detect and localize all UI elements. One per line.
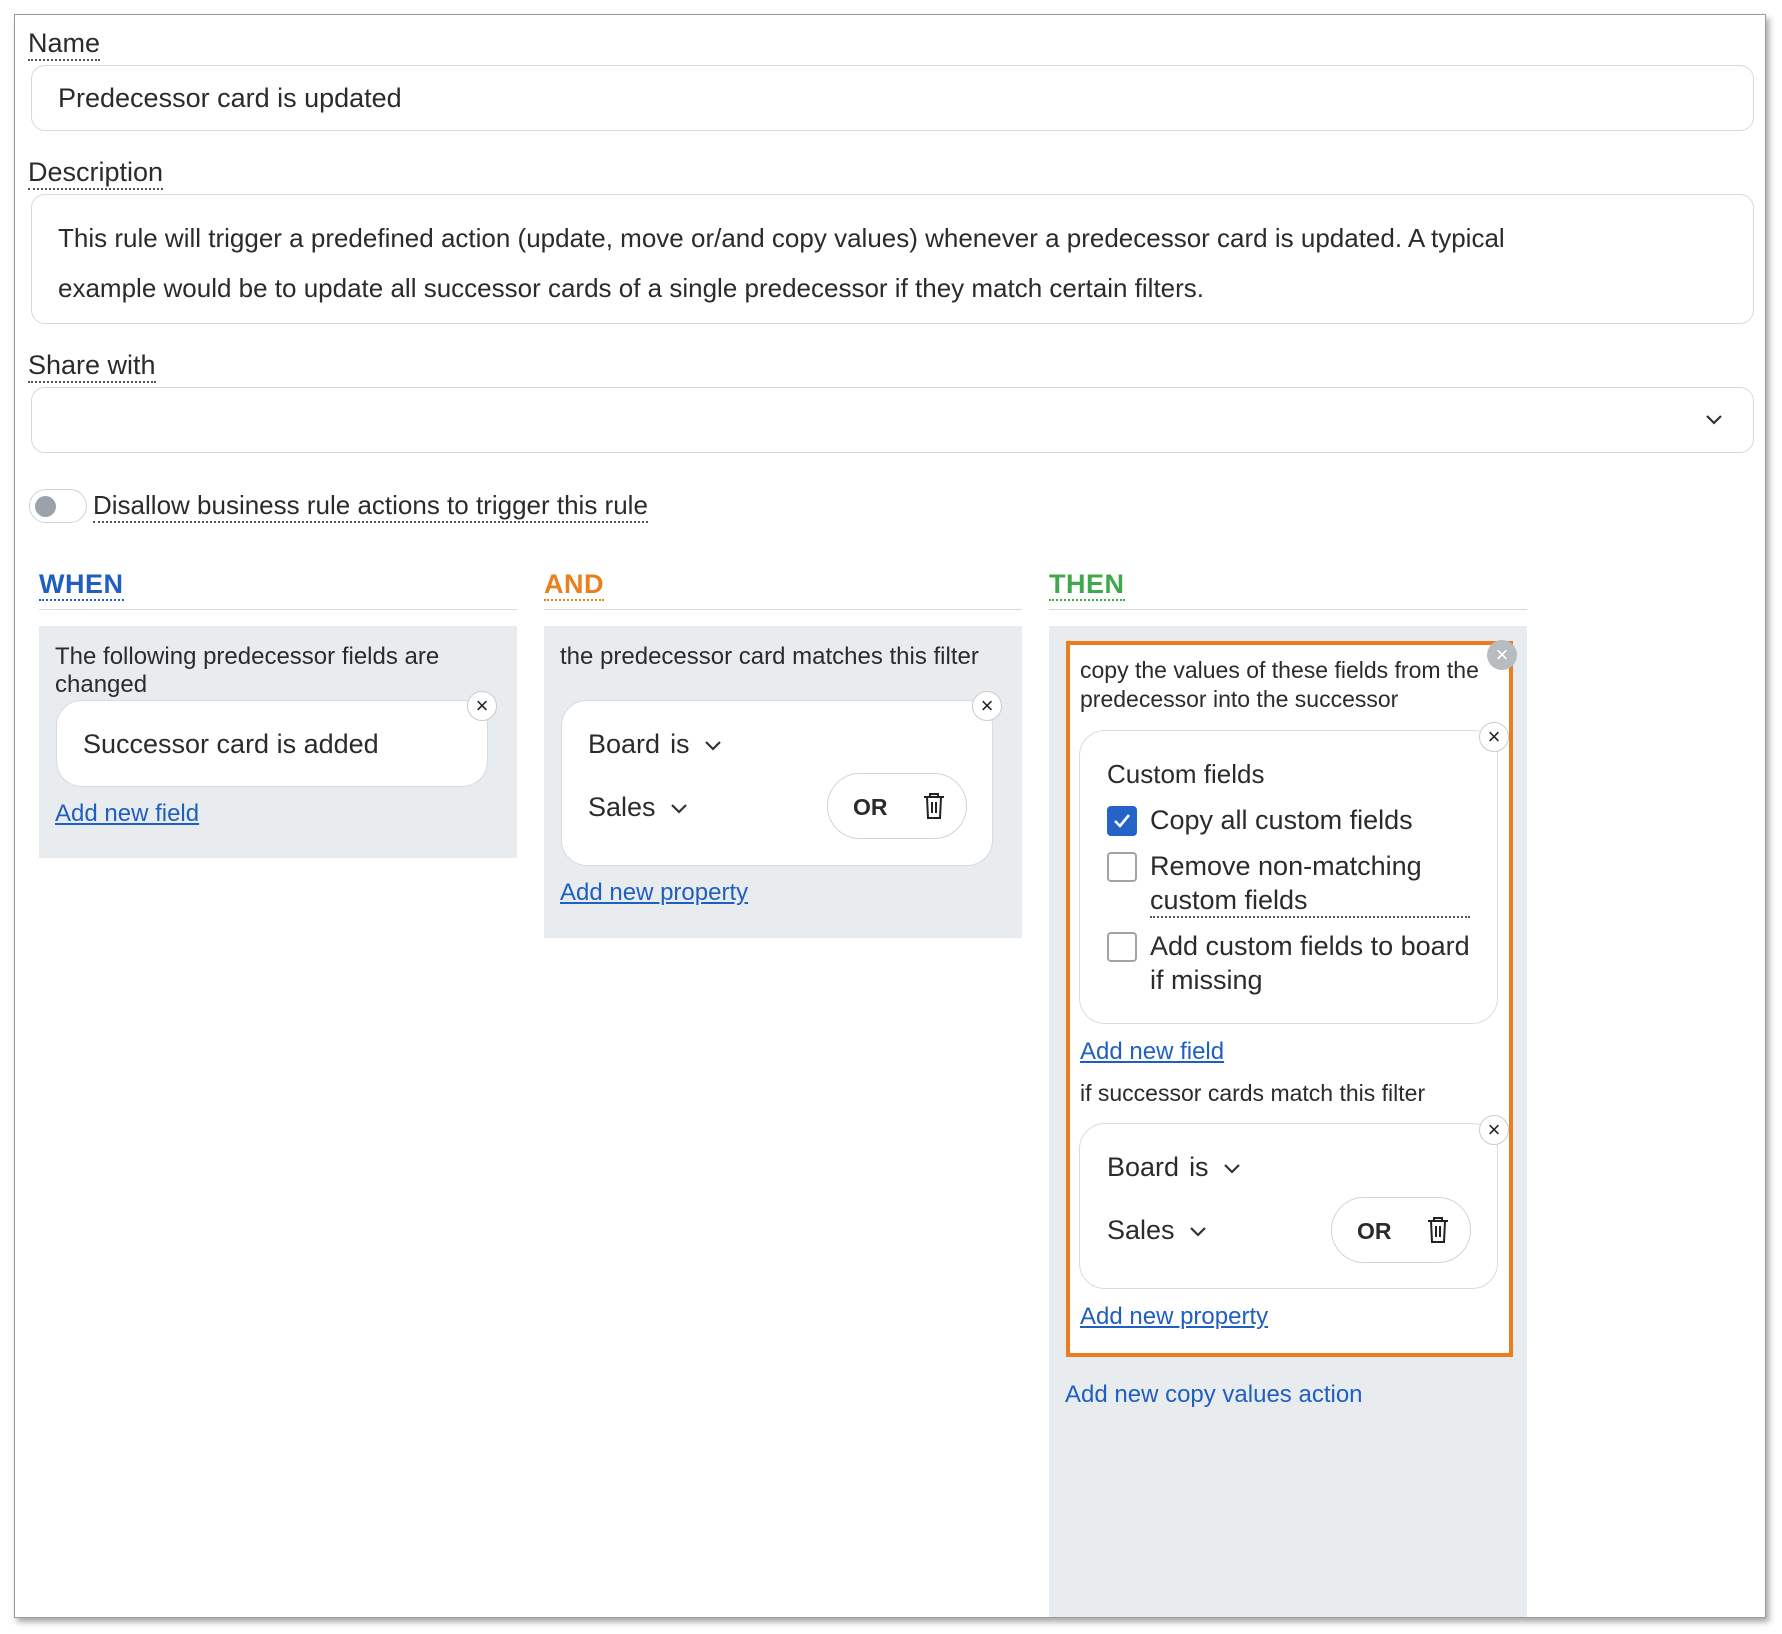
add-missing-checkbox[interactable] — [1107, 932, 1137, 962]
copy-values-action: copy the values of these fields from the… — [1066, 641, 1513, 1357]
add-copy-values-action-link[interactable]: Add new copy values action — [1065, 1381, 1363, 1409]
custom-fields-card: Custom fields Copy all custom fields Rem… — [1079, 730, 1498, 1024]
then-panel: copy the values of these fields from the… — [1049, 626, 1527, 1617]
and-divider — [544, 609, 1022, 610]
description-textarea[interactable]: This rule will trigger a predefined acti… — [31, 194, 1754, 324]
disallow-toggle[interactable] — [29, 489, 87, 523]
and-panel: the predecessor card matches this filter… — [544, 626, 1022, 938]
custom-fields-title: Custom fields — [1107, 759, 1265, 789]
close-icon: × — [1487, 1117, 1501, 1142]
when-title: The following predecessor fields are cha… — [55, 643, 440, 698]
then-or-button[interactable]: OR — [1357, 1218, 1392, 1245]
and-or-pill: OR — [827, 773, 967, 839]
and-or-button[interactable]: OR — [853, 794, 888, 821]
and-value-select[interactable]: Sales — [588, 792, 688, 823]
toggle-knob — [35, 496, 56, 517]
successor-filter-title: if successor cards match this filter — [1080, 1080, 1426, 1106]
chevron-down-icon — [1223, 1159, 1241, 1177]
remove-successor-filter-button[interactable]: × — [1479, 1115, 1509, 1145]
trash-icon[interactable] — [922, 792, 946, 825]
description-label: Description — [28, 157, 164, 190]
disallow-toggle-label: Disallow business rule actions to trigge… — [93, 490, 648, 523]
when-add-field-link[interactable]: Add new field — [55, 800, 199, 828]
and-property-select[interactable]: Board is — [588, 729, 722, 760]
remove-non-matching-underline — [1150, 916, 1470, 918]
then-property-select[interactable]: Board is — [1107, 1152, 1241, 1183]
and-heading: AND — [544, 569, 604, 601]
name-input[interactable]: Predecessor card is updated — [31, 65, 1754, 131]
remove-copy-action-button[interactable]: × — [1487, 640, 1517, 670]
and-title: the predecessor card matches this filter — [560, 643, 979, 670]
when-divider — [39, 609, 517, 610]
close-icon: × — [1495, 642, 1509, 667]
and-filter-card: Board is Sales OR — [561, 700, 993, 866]
remove-non-matching-label: Remove non-matching custom fields — [1150, 851, 1422, 915]
then-value: Sales — [1107, 1215, 1175, 1245]
add-missing-label: Add custom fields to board if missing — [1150, 931, 1470, 995]
then-add-field-link[interactable]: Add new field — [1080, 1038, 1224, 1066]
copy-all-label: Copy all custom fields — [1150, 805, 1413, 835]
then-property-name: Board — [1107, 1152, 1180, 1182]
copy-all-checkbox[interactable] — [1107, 806, 1137, 836]
then-add-property-link[interactable]: Add new property — [1080, 1303, 1268, 1331]
then-value-select[interactable]: Sales — [1107, 1215, 1207, 1246]
when-panel: The following predecessor fields are cha… — [39, 626, 517, 858]
successor-filter-card: Board is Sales OR — [1079, 1123, 1498, 1289]
remove-custom-fields-button[interactable]: × — [1479, 722, 1509, 752]
name-value: Predecessor card is updated — [58, 83, 402, 113]
rule-editor: Name Predecessor card is updated Descrip… — [14, 14, 1766, 1618]
checkmark-icon — [1114, 814, 1131, 828]
close-icon: × — [980, 693, 994, 718]
when-field-name[interactable]: Successor card is added — [83, 729, 379, 760]
remove-and-filter-button[interactable]: × — [972, 691, 1002, 721]
remove-when-field-button[interactable]: × — [467, 691, 497, 721]
and-property-name: Board — [588, 729, 661, 759]
then-divider — [1049, 609, 1527, 610]
when-field-card: Successor card is added — [56, 700, 488, 787]
remove-non-matching-checkbox[interactable] — [1107, 852, 1137, 882]
description-value: This rule will trigger a predefined acti… — [58, 223, 1505, 303]
then-or-pill: OR — [1331, 1197, 1471, 1263]
then-operator: is — [1189, 1152, 1209, 1182]
chevron-down-icon — [1189, 1222, 1207, 1240]
then-heading: THEN — [1049, 569, 1125, 601]
close-icon: × — [1487, 724, 1501, 749]
when-heading: WHEN — [39, 569, 124, 601]
and-add-property-link[interactable]: Add new property — [560, 879, 748, 907]
and-operator: is — [670, 729, 690, 759]
copy-values-title: copy the values of these fields from the… — [1080, 657, 1479, 712]
close-icon: × — [475, 693, 489, 718]
chevron-down-icon — [1705, 410, 1723, 433]
chevron-down-icon — [670, 799, 688, 817]
chevron-down-icon — [704, 736, 722, 754]
and-value: Sales — [588, 792, 656, 822]
trash-icon[interactable] — [1426, 1216, 1450, 1249]
share-with-label: Share with — [28, 350, 156, 383]
share-with-select[interactable] — [31, 387, 1754, 453]
name-label: Name — [28, 28, 101, 61]
